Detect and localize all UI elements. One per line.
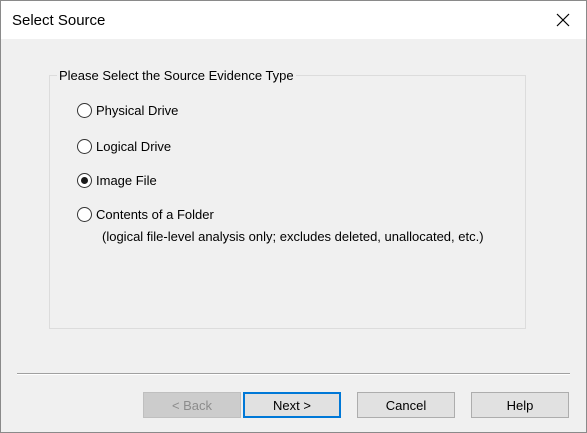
dialog-title: Select Source: [12, 12, 106, 29]
radio-label: Image File: [96, 173, 157, 188]
radio-image-file[interactable]: Image File: [77, 173, 157, 188]
radio-dot: [81, 177, 88, 184]
radio-button-selected-icon[interactable]: [77, 173, 92, 188]
select-source-dialog: Select Source Please Select the Source E…: [0, 0, 587, 433]
back-button[interactable]: < Back: [143, 392, 241, 418]
groupbox-legend: Please Select the Source Evidence Type: [57, 68, 296, 83]
radio-label: Logical Drive: [96, 139, 172, 154]
next-button[interactable]: Next >: [243, 392, 341, 418]
radio-logical-drive[interactable]: Logical Drive: [77, 139, 171, 154]
close-icon: [556, 13, 570, 27]
radio-button-icon[interactable]: [77, 139, 92, 154]
folder-option-note: (logical file-level analysis only; exclu…: [102, 229, 484, 244]
cancel-button[interactable]: Cancel: [357, 392, 455, 418]
radio-label: Physical Drive: [96, 103, 179, 118]
help-button[interactable]: Help: [471, 392, 569, 418]
radio-button-icon[interactable]: [77, 207, 92, 222]
radio-button-icon[interactable]: [77, 103, 92, 118]
radio-physical-drive[interactable]: Physical Drive: [77, 103, 178, 118]
radio-label: Contents of a Folder: [96, 207, 214, 222]
title-bar[interactable]: Select Source: [1, 1, 586, 39]
radio-contents-of-folder[interactable]: Contents of a Folder: [77, 207, 214, 222]
close-button[interactable]: [540, 1, 586, 39]
separator-line: [17, 373, 570, 375]
